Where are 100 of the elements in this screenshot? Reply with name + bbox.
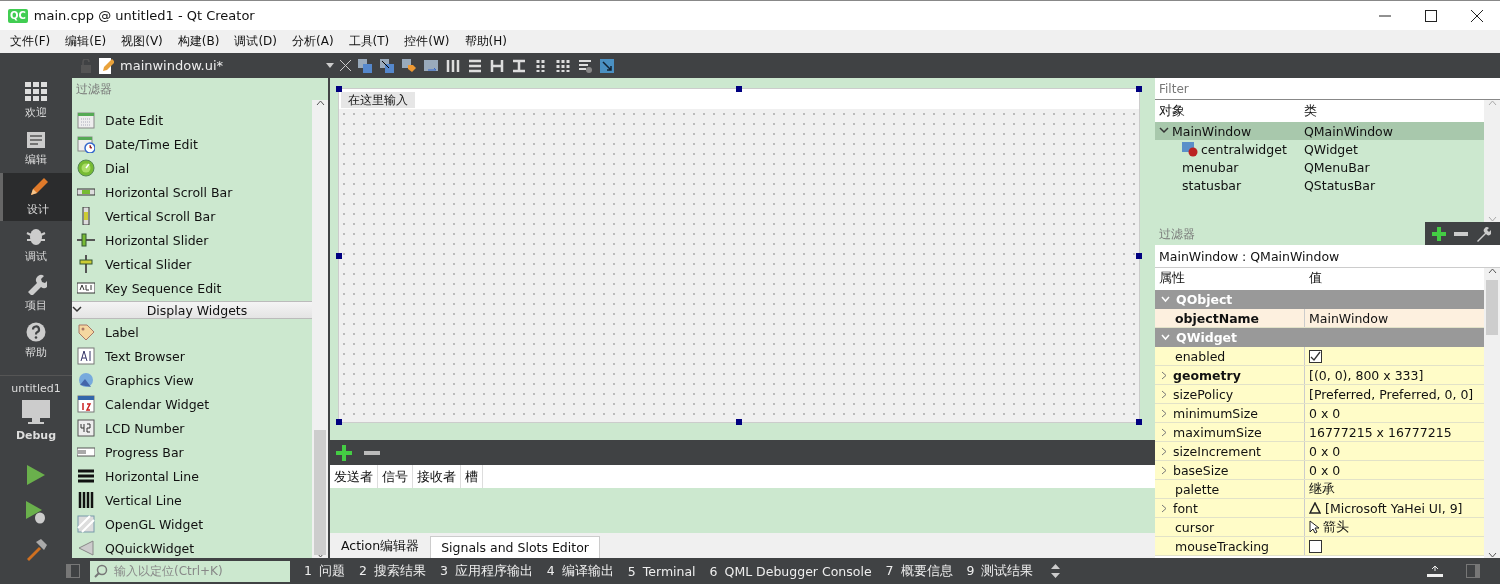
widget-overlap-icon[interactable] xyxy=(379,57,395,74)
scrollbar-thumb[interactable] xyxy=(1486,280,1498,335)
widget-item[interactable]: Vertical Slider xyxy=(72,252,312,276)
splitter-icon[interactable] xyxy=(489,57,505,74)
widget-item[interactable]: Vertical Scroll Bar xyxy=(72,204,312,228)
widget-item[interactable]: Vertical Line xyxy=(72,488,312,512)
property-row[interactable]: mouseTracking xyxy=(1155,537,1484,556)
grid-icon[interactable] xyxy=(555,57,571,74)
widget-item[interactable]: Label xyxy=(72,320,312,344)
break-layout-icon[interactable] xyxy=(577,57,593,74)
widget-item[interactable]: OpenGL Widget xyxy=(72,512,312,536)
form-canvas[interactable]: 在这里输入 xyxy=(338,88,1140,423)
locator-field[interactable]: 输入以定位(Ctrl+K) xyxy=(90,560,290,582)
widget-item[interactable]: QQuickWidget xyxy=(72,536,312,558)
run-icon[interactable] xyxy=(26,464,46,486)
build-config[interactable]: Debug xyxy=(15,429,57,442)
tree-row[interactable]: centralwidget QWidget xyxy=(1155,140,1484,158)
tab-order-icon[interactable] xyxy=(423,57,439,74)
scrollbar-thumb[interactable] xyxy=(314,430,326,555)
tree-row[interactable]: menubar QMenuBar xyxy=(1155,158,1484,176)
widget-item[interactable]: Key Sequence Edit xyxy=(72,276,312,300)
scrollbar[interactable] xyxy=(1484,100,1500,222)
property-row[interactable]: sizePolicy [Preferred, Preferred, 0, 0] xyxy=(1155,385,1484,404)
menu-item[interactable]: 文件(F) xyxy=(4,31,57,52)
close-icon[interactable] xyxy=(1471,9,1483,22)
output-tab[interactable]: 1 问题 xyxy=(304,562,345,580)
property-row[interactable]: baseSize 0 x 0 xyxy=(1155,461,1484,480)
sidebar-toggle-icon[interactable] xyxy=(66,564,80,578)
tab[interactable]: Signals and Slots Editor xyxy=(430,536,600,558)
scrollbar[interactable] xyxy=(1484,268,1500,558)
menu-item[interactable]: 调试(D) xyxy=(228,31,283,52)
resize-handle[interactable] xyxy=(1136,252,1142,259)
resize-handle[interactable] xyxy=(336,86,342,92)
adjust-size-icon[interactable] xyxy=(599,57,615,74)
mode-button[interactable]: 欢迎 xyxy=(0,77,72,125)
wrench-icon[interactable] xyxy=(1475,225,1491,242)
menu-item[interactable]: 视图(V) xyxy=(115,31,169,52)
maximize-icon[interactable] xyxy=(1425,9,1437,22)
widget-item[interactable]: Horizontal Line xyxy=(72,464,312,488)
property-row[interactable]: maximumSize 16777215 x 16777215 xyxy=(1155,423,1484,442)
output-tab[interactable]: 7 概要信息 xyxy=(885,562,953,580)
rows-icon[interactable] xyxy=(467,57,483,74)
widget-item[interactable]: Graphics View xyxy=(72,368,312,392)
mode-button[interactable]: 调试 xyxy=(0,221,72,269)
menu-item[interactable]: 构建(B) xyxy=(171,31,226,52)
widget-overlap-icon[interactable] xyxy=(357,57,373,74)
output-tab[interactable]: 5 Terminal xyxy=(627,563,696,579)
property-row[interactable]: objectName MainWindow xyxy=(1155,309,1484,328)
widget-item[interactable]: LCD Number xyxy=(72,416,312,440)
dropdown-icon[interactable] xyxy=(326,63,334,68)
widget-item[interactable]: Date Edit xyxy=(72,108,312,132)
column-header[interactable]: 值 xyxy=(1305,269,1484,289)
mode-button[interactable]: 项目 xyxy=(0,269,72,317)
column-header[interactable]: 对象 xyxy=(1155,103,1300,122)
widget-item[interactable]: Horizontal Scroll Bar xyxy=(72,180,312,204)
menu-item[interactable]: 工具(T) xyxy=(342,31,396,52)
up-down-icon[interactable] xyxy=(1051,564,1061,578)
menu-item[interactable]: 控件(W) xyxy=(398,31,456,52)
mode-button[interactable]: 编辑 xyxy=(0,125,72,173)
columns-icon[interactable] xyxy=(445,57,461,74)
widget-item[interactable]: Text Browser xyxy=(72,344,312,368)
tab[interactable]: Action编辑器 xyxy=(330,534,431,558)
checkbox[interactable] xyxy=(1309,349,1322,363)
output-tab[interactable]: 6 QML Debugger Console xyxy=(709,563,872,579)
output-tab[interactable]: 2 搜索结果 xyxy=(358,562,426,580)
widget-item[interactable]: Progress Bar xyxy=(72,440,312,464)
filter-field[interactable]: Filter xyxy=(1155,78,1500,100)
output-tab[interactable]: 9 测试结果 xyxy=(966,562,1034,580)
checkbox[interactable] xyxy=(1309,539,1322,553)
resize-handle[interactable] xyxy=(336,252,342,259)
property-row[interactable]: geometry [(0, 0), 800 x 333] xyxy=(1155,366,1484,385)
menu-item[interactable]: 帮助(H) xyxy=(458,31,513,52)
property-row[interactable]: cursor 箭头 xyxy=(1155,518,1484,537)
splitter-icon[interactable] xyxy=(511,57,527,74)
add-icon[interactable] xyxy=(1431,225,1447,242)
filter-field[interactable]: 过滤器 xyxy=(72,78,328,100)
output-pane-icon[interactable] xyxy=(1426,564,1444,578)
add-icon[interactable] xyxy=(335,443,353,462)
tag-icon[interactable] xyxy=(401,57,417,74)
property-row[interactable]: font [Microsoft YaHei UI, 9] xyxy=(1155,499,1484,518)
file-selector[interactable]: mainwindow.ui* xyxy=(120,58,320,73)
mode-button[interactable]: 设计 xyxy=(0,173,72,221)
resize-handle[interactable] xyxy=(336,419,342,425)
widget-item[interactable]: Dial xyxy=(72,156,312,180)
category-header[interactable]: Display Widgets xyxy=(72,301,312,319)
property-row[interactable]: palette 继承 xyxy=(1155,480,1484,499)
filter-field[interactable]: 过滤器 xyxy=(1155,222,1425,245)
resize-handle[interactable] xyxy=(1136,86,1142,92)
menu-item[interactable]: 分析(A) xyxy=(286,31,340,52)
resize-handle[interactable] xyxy=(1136,419,1142,425)
column-header[interactable]: 类 xyxy=(1300,103,1484,122)
resize-handle[interactable] xyxy=(736,419,742,425)
mode-button[interactable]: 帮助 xyxy=(0,317,72,365)
menu-placeholder[interactable]: 在这里输入 xyxy=(341,92,415,108)
tree-row[interactable]: statusbar QStatusBar xyxy=(1155,176,1484,194)
column-header[interactable]: 属性 xyxy=(1155,269,1305,289)
widget-item[interactable]: Horizontal Slider xyxy=(72,228,312,252)
debug-run-icon[interactable] xyxy=(25,500,47,524)
widget-item[interactable]: Calendar Widget xyxy=(72,392,312,416)
tree-row[interactable]: MainWindow QMainWindow xyxy=(1155,122,1484,140)
